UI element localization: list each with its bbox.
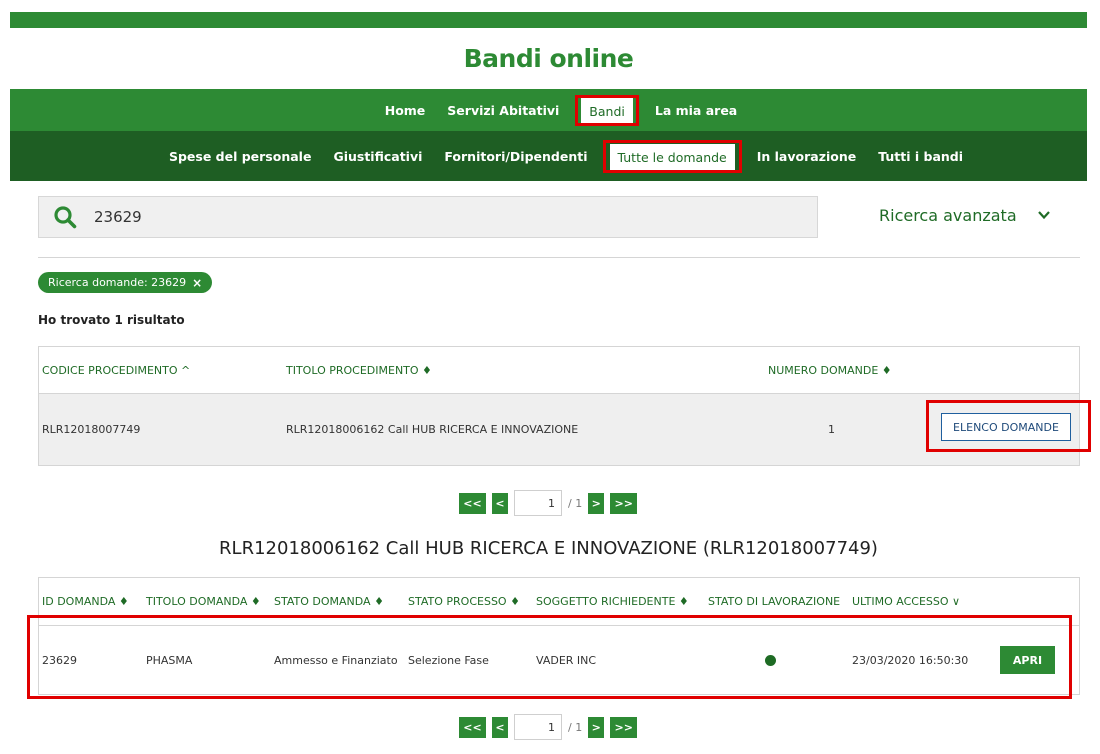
search-icon[interactable] — [53, 205, 77, 229]
filter-chip-label: Ricerca domande: 23629 — [48, 276, 187, 289]
table-header: CODICE PROCEDIMENTO ^ TITOLO PROCEDIMENT… — [39, 347, 1079, 394]
site-title: Bandi online — [463, 44, 634, 73]
column-header-titolo[interactable]: TITOLO PROCEDIMENTO ♦ — [286, 364, 432, 377]
table-row: RLR12018007749 RLR12018006162 Call HUB R… — [39, 394, 1079, 465]
column-header-titolo-domanda[interactable]: TITOLO DOMANDA ♦ — [146, 595, 261, 608]
chevron-down-icon[interactable] — [1036, 207, 1052, 223]
pagination-top: << < 1 / 1 > >> — [459, 490, 638, 516]
nav-bandi-highlight: Bandi — [575, 94, 639, 126]
pagination-bottom: << < 1 / 1 > >> — [459, 714, 638, 740]
search-input[interactable]: 23629 — [38, 196, 818, 238]
next-page-button[interactable]: > — [588, 492, 605, 514]
last-page-button[interactable]: >> — [610, 492, 638, 514]
table-header: ID DOMANDA ♦ TITOLO DOMANDA ♦ STATO DOMA… — [39, 578, 1079, 626]
top-brand-band — [10, 12, 1087, 28]
main-nav: Home Servizi Abitativi Bandi La mia area — [10, 89, 1087, 131]
search-value: 23629 — [94, 208, 142, 226]
column-header-stato-lavorazione: STATO DI LAVORAZIONE — [708, 595, 841, 608]
column-header-soggetto[interactable]: SOGGETTO RICHIEDENTE ♦ — [536, 595, 689, 608]
elenco-domande-button[interactable]: ELENCO DOMANDE — [941, 413, 1071, 441]
first-page-button[interactable]: << — [459, 492, 486, 514]
close-icon[interactable]: × — [192, 276, 202, 290]
table-row: 23629 PHASMA Ammesso e Finanziato Selezi… — [39, 626, 1079, 694]
status-dot-icon — [765, 654, 776, 666]
column-header-id-domanda[interactable]: ID DOMANDA ♦ — [42, 595, 129, 608]
page-number-input[interactable]: 1 — [514, 490, 562, 516]
subnav-tutti-i-bandi[interactable]: Tutti i bandi — [878, 149, 963, 164]
next-page-button[interactable]: > — [588, 716, 605, 738]
result-count: Ho trovato 1 risultato — [38, 313, 185, 327]
advanced-search-toggle[interactable]: Ricerca avanzata — [879, 206, 1017, 225]
page-total: / 1 — [568, 720, 583, 734]
subnav-tutte-le-domande[interactable]: Tutte le domande — [609, 143, 735, 171]
prev-page-button[interactable]: < — [492, 716, 508, 738]
column-header-stato-domanda[interactable]: STATO DOMANDA ♦ — [274, 595, 384, 608]
cell-stato-processo: Selezione Fase — [408, 653, 489, 667]
subnav-tutte-domande-highlight: Tutte le domande — [602, 139, 742, 173]
applications-table: ID DOMANDA ♦ TITOLO DOMANDA ♦ STATO DOMA… — [38, 577, 1080, 695]
cell-codice: RLR12018007749 — [42, 423, 141, 436]
subnav-in-lavorazione[interactable]: In lavorazione — [757, 149, 856, 164]
sub-nav: Spese del personale Giustificativi Forni… — [10, 131, 1087, 181]
cell-titolo: RLR12018006162 Call HUB RICERCA E INNOVA… — [286, 423, 579, 436]
apri-button[interactable]: APRI — [1000, 646, 1055, 674]
divider — [38, 257, 1080, 258]
prev-page-button[interactable]: < — [492, 492, 508, 514]
subnav-giustificativi[interactable]: Giustificativi — [333, 149, 422, 164]
cell-id-domanda: 23629 — [42, 653, 77, 667]
column-header-stato-processo[interactable]: STATO PROCESSO ♦ — [408, 595, 520, 608]
procedures-table: CODICE PROCEDIMENTO ^ TITOLO PROCEDIMENT… — [38, 346, 1080, 466]
cell-titolo-domanda: PHASMA — [146, 653, 193, 667]
column-header-numero[interactable]: NUMERO DOMANDE ♦ — [768, 364, 892, 377]
filter-chip: Ricerca domande: 23629 × — [38, 272, 213, 293]
column-header-ultimo-accesso[interactable]: ULTIMO ACCESSO ∨ — [852, 595, 960, 608]
first-page-button[interactable]: << — [459, 716, 486, 738]
cell-stato-domanda: Ammesso e Finanziato — [274, 653, 398, 667]
subnav-spese-personale[interactable]: Spese del personale — [169, 149, 311, 164]
nav-servizi-abitativi[interactable]: Servizi Abitativi — [447, 103, 559, 118]
applications-section-title: RLR12018006162 Call HUB RICERCA E INNOVA… — [219, 538, 878, 559]
subnav-fornitori-dipendenti[interactable]: Fornitori/Dipendenti — [444, 149, 587, 164]
nav-bandi[interactable]: Bandi — [581, 97, 633, 125]
nav-home[interactable]: Home — [385, 103, 426, 118]
cell-ultimo-accesso: 23/03/2020 16:50:30 — [852, 653, 969, 667]
column-header-codice[interactable]: CODICE PROCEDIMENTO ^ — [42, 364, 190, 377]
nav-la-mia-area[interactable]: La mia area — [655, 103, 737, 118]
page-total: / 1 — [568, 496, 583, 510]
page-number-input[interactable]: 1 — [514, 714, 562, 740]
cell-numero: 1 — [828, 423, 835, 436]
last-page-button[interactable]: >> — [610, 716, 638, 738]
cell-soggetto: VADER INC — [536, 653, 597, 667]
